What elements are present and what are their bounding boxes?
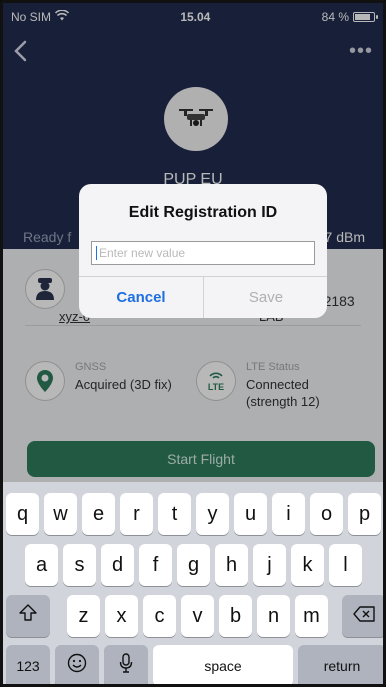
numbers-key[interactable]: 123: [6, 645, 50, 684]
key-l[interactable]: l: [329, 544, 362, 586]
key-x[interactable]: x: [105, 595, 138, 637]
key-n[interactable]: n: [257, 595, 290, 637]
save-button[interactable]: Save: [204, 277, 327, 318]
key-w[interactable]: w: [44, 493, 77, 535]
key-b[interactable]: b: [219, 595, 252, 637]
key-v[interactable]: v: [181, 595, 214, 637]
keyboard: q w e r t y u i o p a s d f g h j k l z …: [3, 482, 383, 684]
registration-id-input[interactable]: Enter new value: [91, 241, 315, 265]
key-c[interactable]: c: [143, 595, 176, 637]
emoji-key[interactable]: [55, 645, 99, 684]
backspace-key[interactable]: [342, 595, 383, 637]
key-r[interactable]: r: [120, 493, 153, 535]
key-d[interactable]: d: [101, 544, 134, 586]
key-h[interactable]: h: [215, 544, 248, 586]
backspace-icon: [353, 605, 375, 628]
key-j[interactable]: j: [253, 544, 286, 586]
space-key[interactable]: space: [153, 645, 293, 684]
key-t[interactable]: t: [158, 493, 191, 535]
app-frame: No SIM 15.04 84 % ••• PUP EU Ready f 67 …: [0, 0, 386, 687]
key-u[interactable]: u: [234, 493, 267, 535]
key-o[interactable]: o: [310, 493, 343, 535]
shift-icon: [18, 603, 38, 629]
mic-icon: [119, 653, 133, 679]
key-i[interactable]: i: [272, 493, 305, 535]
key-q[interactable]: q: [6, 493, 39, 535]
key-z[interactable]: z: [67, 595, 100, 637]
emoji-icon: [67, 653, 87, 679]
dictation-key[interactable]: [104, 645, 148, 684]
text-caret: [96, 246, 97, 260]
key-f[interactable]: f: [139, 544, 172, 586]
shift-key[interactable]: [6, 595, 50, 637]
key-g[interactable]: g: [177, 544, 210, 586]
key-k[interactable]: k: [291, 544, 324, 586]
dialog-title: Edit Registration ID: [128, 204, 278, 221]
key-m[interactable]: m: [295, 595, 328, 637]
key-p[interactable]: p: [348, 493, 381, 535]
key-a[interactable]: a: [25, 544, 58, 586]
key-s[interactable]: s: [63, 544, 96, 586]
key-y[interactable]: y: [196, 493, 229, 535]
return-key[interactable]: return: [298, 645, 383, 684]
input-placeholder: Enter new value: [99, 246, 186, 260]
edit-registration-dialog: Edit Registration ID Enter new value Can…: [79, 184, 327, 318]
cancel-button[interactable]: Cancel: [79, 277, 203, 318]
key-e[interactable]: e: [82, 493, 115, 535]
